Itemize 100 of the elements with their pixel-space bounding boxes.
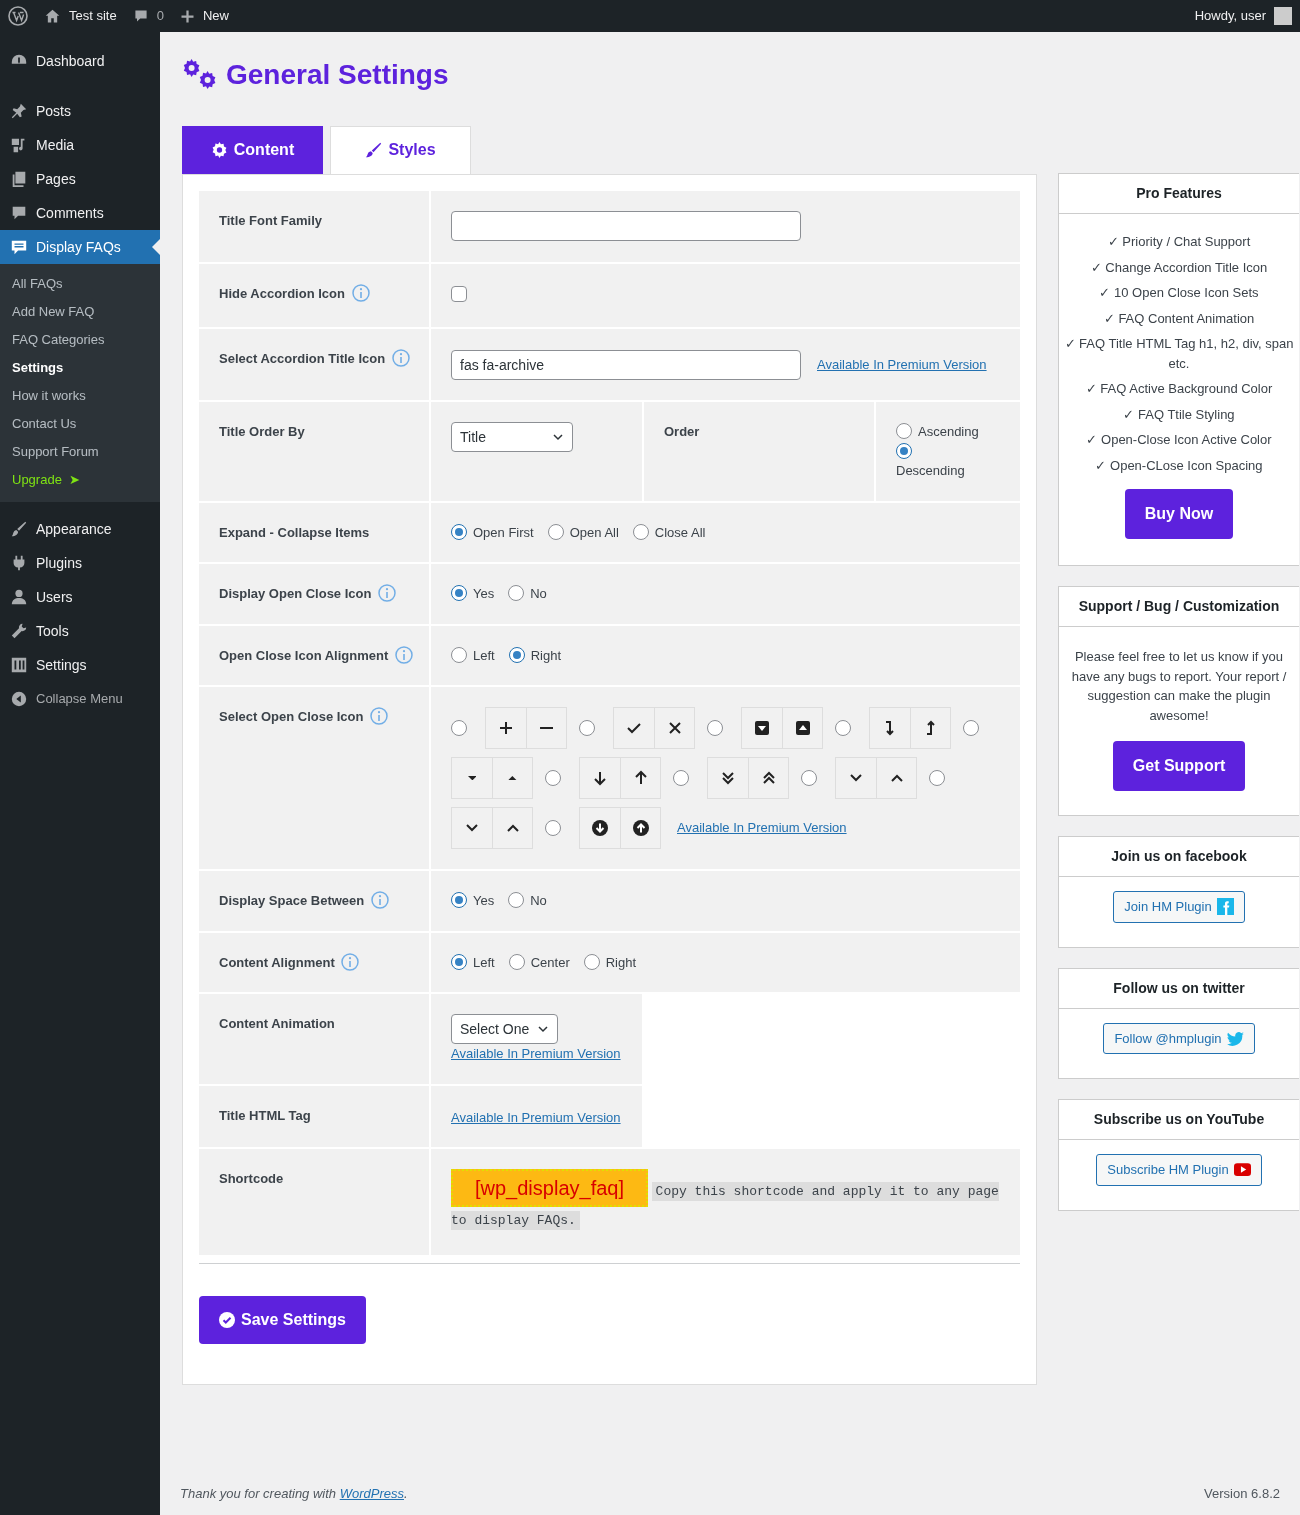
pages-icon [10,170,28,188]
icon-set-option[interactable] [579,757,661,800]
radio-button[interactable] [929,770,945,787]
submenu-item[interactable]: Upgrade ➤ [0,466,160,494]
premium-link[interactable]: Available In Premium Version [677,818,847,838]
info-icon[interactable] [394,645,413,664]
setting-label: Display Space Between [219,893,365,909]
menu-item[interactable]: Dashboard [0,44,160,78]
info-icon[interactable] [391,349,410,368]
radio-button[interactable] [451,953,467,970]
info-icon[interactable] [370,891,389,910]
submenu-item[interactable]: Add New FAQ [0,298,160,326]
submenu-item[interactable]: Support Forum [0,438,160,466]
radio-button[interactable] [451,523,467,540]
premium-link[interactable]: Available In Premium Version [451,1046,621,1062]
support-text: Please feel free to let us know if you have any bugs to report. Your report / suggestion can make the plugin awesome! [1070,648,1288,725]
card-title: Join us on facebook [1059,837,1299,877]
radio-button[interactable] [451,585,467,602]
setting-label: Hide Accordion Icon [219,285,345,301]
submenu-item[interactable]: Contact Us [0,410,160,438]
radio-button[interactable] [835,720,851,737]
radio-button[interactable] [896,423,912,440]
select-dropdown[interactable]: Select One [451,1014,559,1045]
submenu-item[interactable]: All FAQs [0,270,160,298]
menu-item[interactable]: Posts [0,94,160,128]
greeting-text[interactable]: Howdy, user [1194,6,1266,26]
radio-button[interactable] [896,442,912,459]
menu-item[interactable]: Settings [0,648,160,682]
text-field[interactable]: fas fa-archive [451,349,801,380]
option-label: Yes [473,586,495,602]
radio-button[interactable] [508,646,525,663]
submenu-item[interactable]: How it works [0,382,160,410]
radio-button[interactable] [801,770,817,787]
setting-label: Title Order By [219,424,305,440]
option-label: Left [473,954,495,970]
icon-set-option[interactable] [869,707,951,750]
radio-button[interactable] [451,720,467,737]
menu-item[interactable]: Pages [0,162,160,196]
paintbrush-icon [365,141,383,159]
submenu-item[interactable]: Settings [0,354,160,382]
caret-down-icon [467,775,477,781]
radio-button[interactable] [508,892,525,909]
icon-set-option[interactable] [613,707,695,750]
icon-set-option[interactable] [707,757,789,800]
radio-button[interactable] [545,820,561,837]
radio-button[interactable] [632,523,649,540]
caret-up-icon [508,775,517,781]
radio-button[interactable] [963,720,979,737]
new-link[interactable]: New [202,6,229,26]
wordpress-logo-icon[interactable] [8,6,28,26]
tab[interactable]: Content [182,125,323,174]
card-title: Pro Features [1059,174,1299,214]
info-icon[interactable] [378,584,397,603]
social-button[interactable]: Follow @hmplugin [1103,1022,1255,1054]
option-label: Right [530,647,562,663]
buy-now-button[interactable]: Buy Now [1124,489,1234,539]
radio-button[interactable] [579,720,595,737]
menu-item[interactable]: Appearance [0,512,160,546]
menu-item[interactable]: Plugins [0,546,160,580]
option-label: Open All [569,524,619,540]
radio-button[interactable] [508,585,525,602]
radio-button[interactable] [707,720,723,737]
select-dropdown[interactable]: Title [451,422,573,453]
radio-button[interactable] [547,523,564,540]
arrow-circle-down-icon [592,820,608,837]
card-title: Follow us on twitter [1059,968,1299,1009]
icon-set-option[interactable] [579,807,661,850]
save-settings-button[interactable]: Save Settings [199,1296,366,1345]
text-field[interactable] [451,211,801,242]
radio-button[interactable] [451,646,467,663]
site-link[interactable]: Test site [69,6,117,26]
menu-item[interactable]: Users [0,580,160,614]
option-label: No [530,893,547,909]
info-icon[interactable] [351,283,370,302]
collapse-icon [10,690,28,708]
checkbox[interactable] [451,285,467,302]
premium-link[interactable]: Available In Premium Version [817,354,987,375]
get-support-button[interactable]: Get Support [1112,741,1246,791]
social-button[interactable]: Subscribe HM Plugin [1096,1154,1262,1186]
submenu-item[interactable]: FAQ Categories [0,326,160,354]
menu-item[interactable]: Collapse Menu [0,682,160,716]
radio-button[interactable] [583,953,600,970]
card-title: Subscribe us on YouTube [1059,1100,1299,1140]
radio-button[interactable] [545,770,561,787]
menu-item[interactable]: Media [0,128,160,162]
setting-label: Open Close Icon Alignment [219,647,389,663]
settings-icon [10,656,28,674]
menu-item[interactable]: Comments [0,196,160,230]
info-icon[interactable] [341,952,360,971]
feature-item: ✓ Priority / Chat Support [1106,233,1252,251]
tab[interactable]: Styles [330,125,471,174]
social-button[interactable]: Join HM Plugin [1113,891,1245,923]
radio-button[interactable] [451,892,467,909]
menu-item[interactable]: Tools [0,614,160,648]
menu-item[interactable]: Display FAQs [0,230,160,264]
radio-button[interactable] [508,953,525,970]
info-icon[interactable] [370,707,389,726]
icon-set-option[interactable] [741,707,823,750]
wordpress-link[interactable]: WordPress [339,1485,404,1501]
radio-button[interactable] [673,770,689,787]
